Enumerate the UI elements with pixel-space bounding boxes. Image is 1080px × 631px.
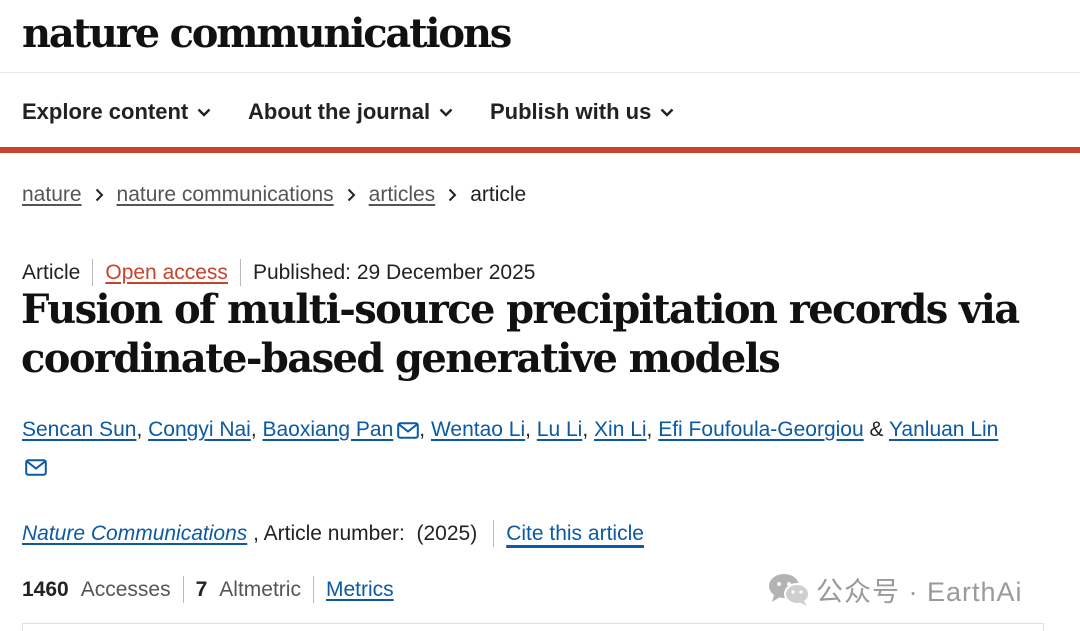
author-link[interactable]: Congyi Nai	[148, 418, 251, 441]
chevron-right-icon	[347, 188, 356, 202]
article-metrics: 1460 Accesses 7 Altmetric Metrics	[22, 576, 394, 603]
content-box-edge	[22, 623, 1044, 631]
mail-icon[interactable]	[25, 459, 47, 476]
accesses-count: 1460	[22, 577, 69, 601]
author-separator: ,	[419, 418, 431, 441]
breadcrumb: nature nature communications articles ar…	[22, 183, 526, 207]
journal-logo[interactable]: nature communications	[22, 10, 512, 57]
chevron-down-icon	[439, 108, 453, 117]
journal-info: Nature Communications , Article number: …	[22, 520, 644, 547]
author-link[interactable]: Xin Li	[594, 418, 647, 441]
divider	[493, 520, 495, 547]
author-link[interactable]: Wentao Li	[431, 418, 525, 441]
article-number: , Article number: (2025)	[247, 521, 478, 545]
author-link[interactable]: Lu Li	[537, 418, 583, 441]
main-nav: Explore content About the journal Publis…	[0, 73, 1080, 147]
article-type: Article	[22, 260, 81, 284]
metrics-link[interactable]: Metrics	[326, 578, 394, 602]
article-meta: Article Open access Published: 29 Decemb…	[22, 259, 535, 286]
published-date: Published: 29 December 2025	[252, 260, 536, 284]
divider	[92, 259, 94, 286]
author-separator: &	[863, 418, 889, 441]
masthead: nature communications	[0, 0, 1080, 73]
divider	[182, 576, 184, 603]
breadcrumb-articles[interactable]: articles	[369, 183, 436, 207]
author-link[interactable]: Baoxiang Pan	[263, 418, 394, 441]
breadcrumb-nature-communications[interactable]: nature communications	[117, 183, 334, 207]
author-separator: ,	[646, 418, 659, 441]
wechat-icon	[769, 573, 810, 606]
mail-icon[interactable]	[397, 422, 420, 439]
author-separator: ,	[136, 418, 149, 441]
chevron-down-icon	[197, 108, 211, 117]
nav-label: Explore content	[22, 99, 189, 124]
author-list: Sencan Sun, Congyi Nai, Baoxiang Pan, We…	[22, 416, 1062, 444]
watermark-text: 公众号 · EarthAi	[816, 577, 1023, 607]
nav-about-journal[interactable]: About the journal	[248, 99, 453, 125]
author-separator: ,	[525, 418, 537, 441]
accesses-label: Accesses	[80, 577, 171, 601]
chevron-right-icon	[448, 188, 457, 202]
nav-label: About the journal	[248, 99, 431, 124]
nav-label: Publish with us	[490, 99, 652, 124]
author-link[interactable]: Yanluan Lin	[889, 418, 998, 441]
altmetric-label: Altmetric	[219, 577, 301, 601]
nav-publish-with-us[interactable]: Publish with us	[490, 99, 674, 125]
chevron-right-icon	[95, 188, 104, 202]
author-separator: ,	[582, 418, 595, 441]
author-link[interactable]: Efi Foufoula-Georgiou	[658, 418, 863, 441]
breadcrumb-current: article	[470, 183, 527, 206]
divider	[239, 259, 241, 286]
article-title: Fusion of multi-source precipitation rec…	[21, 286, 1020, 382]
accent-divider	[0, 147, 1080, 153]
journal-link[interactable]: Nature Communications	[22, 522, 247, 546]
cite-this-article-link[interactable]: Cite this article	[506, 522, 644, 546]
divider	[312, 576, 314, 603]
breadcrumb-nature[interactable]: nature	[22, 183, 82, 207]
altmetric-count: 7	[195, 577, 208, 601]
nav-explore-content[interactable]: Explore content	[22, 99, 211, 125]
chevron-down-icon	[660, 108, 674, 117]
watermark: 公众号 · EarthAi	[768, 570, 1023, 609]
author-link[interactable]: Sencan Sun	[22, 418, 136, 441]
open-access-link[interactable]: Open access	[105, 261, 228, 285]
author-separator: ,	[250, 418, 263, 441]
